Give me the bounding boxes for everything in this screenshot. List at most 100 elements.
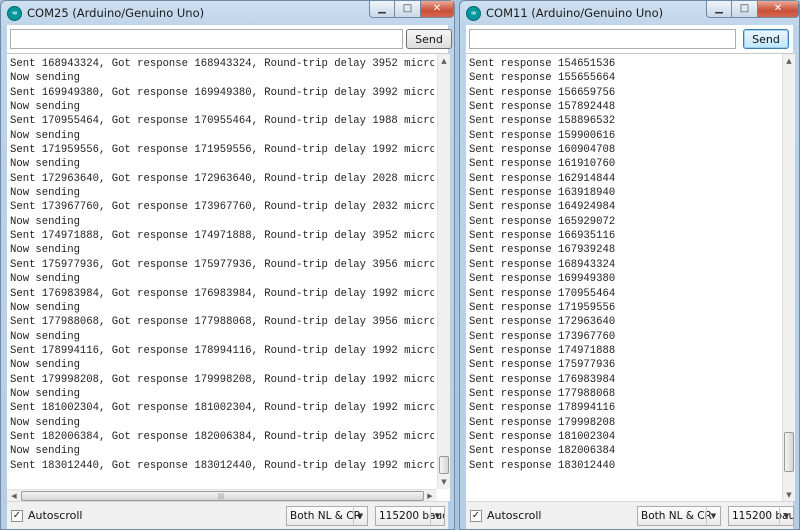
output-line: Sent 178994116, Got response 178994116, … [10, 344, 434, 357]
output-line: Sent response 162914844 [469, 172, 616, 185]
output-line: Sent 172963640, Got response 172963640, … [10, 172, 434, 185]
output-line: Sent response 163918940 [469, 187, 616, 200]
scroll-thumb[interactable] [439, 456, 449, 474]
output-line: Now sending [10, 215, 80, 228]
output-line: Sent response 161910760 [469, 158, 616, 171]
output-line: Sent 179998208, Got response 179998208, … [10, 373, 434, 386]
baud-rate-select[interactable]: 115200 baud ▼ [375, 506, 445, 526]
output-lines: Sent response 154651536 Sent response 155… [469, 57, 779, 473]
serial-output[interactable]: Sent 168943324, Got response 168943324, … [7, 53, 450, 501]
output-line: Sent response 170955464 [469, 287, 616, 300]
title-bar[interactable]: ∞ COM11 (Arduino/Genuino Uno) ▁ □ ✕ [460, 1, 799, 25]
output-line: Sent response 154651536 [469, 58, 616, 70]
line-ending-select[interactable]: Both NL & CR ▼ [637, 506, 721, 526]
send-button[interactable]: Send [406, 29, 452, 49]
output-line: Sent response 177988068 [469, 387, 616, 400]
autoscroll-checkbox[interactable]: ✓ [11, 510, 23, 522]
output-line: Now sending [10, 359, 80, 372]
chevron-down-icon: ▼ [706, 507, 720, 525]
close-icon: ✕ [773, 3, 783, 14]
output-line: Sent 181002304, Got response 181002304, … [10, 402, 434, 415]
chevron-down-icon: ▼ [353, 507, 367, 525]
title-bar[interactable]: ∞ COM25 (Arduino/Genuino Uno) ▁ □ ✕ [1, 1, 454, 25]
output-line: Sent 169949380, Got response 169949380, … [10, 86, 434, 99]
output-line: Now sending [10, 445, 80, 458]
arduino-icon: ∞ [466, 6, 481, 21]
autoscroll-label: Autoscroll [487, 509, 542, 522]
serial-monitor-window-com25: ∞ COM25 (Arduino/Genuino Uno) ▁ □ ✕ Send… [0, 0, 455, 530]
baud-rate-select[interactable]: 115200 baud ▼ [728, 506, 794, 526]
send-button[interactable]: Send [743, 29, 789, 49]
output-line: Sent response 157892448 [469, 101, 616, 114]
output-line: Sent response 167939248 [469, 244, 616, 257]
client-area: Send Sent response 154651536 Sent respons… [466, 25, 795, 529]
scroll-down-icon[interactable]: ▼ [438, 475, 450, 489]
output-line: Sent 170955464, Got response 170955464, … [10, 115, 434, 128]
minimize-button[interactable]: ▁ [369, 1, 395, 18]
send-input[interactable] [10, 29, 403, 49]
output-line: Now sending [10, 416, 80, 429]
hscroll-thumb[interactable]: ||| [21, 491, 424, 501]
output-line: Now sending [10, 158, 80, 171]
output-line: Sent response 175977936 [469, 359, 616, 372]
output-line: Sent response 160904708 [469, 144, 616, 157]
serial-output[interactable]: Sent response 154651536 Sent response 155… [466, 53, 795, 501]
output-line: Sent 173967760, Got response 173967760, … [10, 201, 434, 214]
output-line: Sent response 174971888 [469, 344, 616, 357]
output-line: Sent response 176983984 [469, 373, 616, 386]
client-area: Send Sent 168943324, Got response 168943… [7, 25, 452, 529]
scroll-down-icon[interactable]: ▼ [783, 488, 795, 501]
close-button[interactable]: ✕ [421, 1, 454, 18]
window-title: COM25 (Arduino/Genuino Uno) [27, 6, 205, 20]
scroll-up-icon[interactable]: ▲ [438, 54, 450, 68]
output-line: Sent response 169949380 [469, 273, 616, 286]
serial-monitor-window-com11: ∞ COM11 (Arduino/Genuino Uno) ▁ □ ✕ Send… [459, 0, 800, 530]
scroll-right-icon[interactable]: ▶ [423, 490, 437, 501]
scroll-left-icon[interactable]: ◀ [7, 490, 21, 501]
scroll-up-icon[interactable]: ▲ [783, 54, 795, 68]
line-ending-value: Both NL & CR [641, 510, 712, 522]
minimize-icon: ▁ [378, 3, 386, 14]
output-line: Now sending [10, 273, 80, 286]
output-line: Sent response 156659756 [469, 86, 616, 99]
output-line: Now sending [10, 101, 80, 114]
output-line: Sent response 155655664 [469, 72, 616, 85]
vertical-scrollbar[interactable]: ▲ ▼ [782, 54, 795, 501]
output-line: Sent response 158896532 [469, 115, 616, 128]
output-line: Sent response 165929072 [469, 215, 616, 228]
output-line: Sent response 172963640 [469, 316, 616, 329]
line-ending-value: Both NL & CR [290, 510, 361, 522]
maximize-button[interactable]: □ [395, 1, 421, 18]
output-line: Now sending [10, 187, 80, 200]
output-line: Sent response 164924984 [469, 201, 616, 214]
maximize-icon: □ [402, 3, 413, 14]
output-line: Sent 182006384, Got response 182006384, … [10, 430, 434, 443]
maximize-button[interactable]: □ [732, 1, 758, 18]
close-button[interactable]: ✕ [758, 1, 799, 18]
scroll-thumb[interactable] [784, 432, 794, 472]
output-line: Now sending [10, 387, 80, 400]
output-line: Sent response 159900616 [469, 129, 616, 142]
chevron-down-icon: ▼ [430, 507, 444, 525]
output-line: Sent response 181002304 [469, 430, 616, 443]
output-line: Sent 183012440, Got response 183012440, … [10, 459, 434, 472]
output-line: Now sending [10, 330, 80, 343]
minimize-icon: ▁ [715, 3, 723, 14]
grip-icon: ||| [218, 493, 225, 500]
maximize-icon: □ [739, 3, 750, 14]
output-line: Sent response 168943324 [469, 258, 616, 271]
vertical-scrollbar[interactable]: ▲ ▼ [437, 54, 450, 489]
output-line: Now sending [10, 301, 80, 314]
send-input[interactable] [469, 29, 736, 49]
output-line: Sent 175977936, Got response 175977936, … [10, 258, 434, 271]
line-ending-select[interactable]: Both NL & CR ▼ [286, 506, 368, 526]
close-icon: ✕ [432, 3, 442, 14]
horizontal-scrollbar[interactable]: ◀ ||| ▶ [7, 489, 437, 501]
output-line: Sent 171959556, Got response 171959556, … [10, 144, 434, 157]
chevron-down-icon: ▼ [779, 507, 793, 525]
output-line: Sent response 179998208 [469, 416, 616, 429]
autoscroll-checkbox[interactable]: ✓ [470, 510, 482, 522]
minimize-button[interactable]: ▁ [706, 1, 732, 18]
output-lines: Sent 168943324, Got response 168943324, … [10, 57, 434, 473]
output-line: Sent response 183012440 [469, 459, 616, 472]
